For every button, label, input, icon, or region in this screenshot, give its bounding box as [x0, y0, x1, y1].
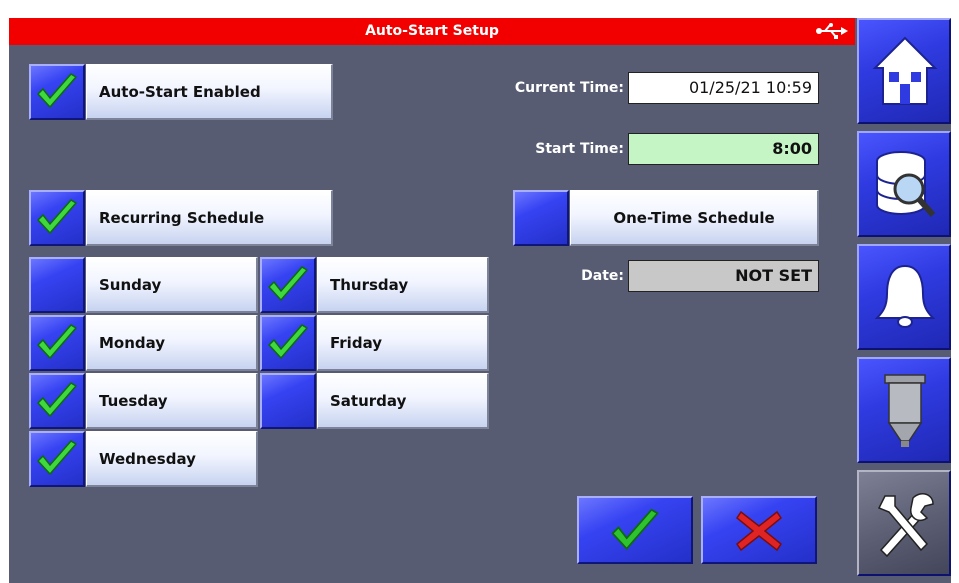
confirm-button[interactable]: [577, 496, 693, 564]
page-title: Auto-Start Setup: [365, 23, 499, 39]
sidebar-item-database[interactable]: [857, 131, 951, 237]
checkmark-icon: [611, 508, 659, 551]
date-field[interactable]: NOT SET: [628, 260, 819, 292]
recurring-schedule-label[interactable]: Recurring Schedule: [86, 190, 333, 246]
thursday-checkbox[interactable]: [260, 257, 316, 313]
wednesday-checkbox[interactable]: [29, 431, 85, 487]
friday-checkbox[interactable]: [260, 315, 316, 371]
auto-start-enabled-checkbox[interactable]: [29, 64, 85, 120]
wednesday-label[interactable]: Wednesday: [86, 431, 258, 487]
sunday-label[interactable]: Sunday: [86, 257, 258, 313]
auto-start-screen: Auto-Start Setup Auto-Start Enabled Curr…: [9, 18, 951, 583]
sidebar-item-tank[interactable]: [857, 357, 951, 463]
monday-label[interactable]: Monday: [86, 315, 258, 371]
cancel-button[interactable]: [701, 496, 817, 564]
sidebar-item-home[interactable]: [857, 18, 951, 124]
saturday-checkbox[interactable]: [260, 373, 316, 429]
sidebar-item-alarms[interactable]: [857, 244, 951, 350]
checkmark-icon: [267, 324, 309, 360]
sidebar: [857, 18, 951, 583]
recurring-schedule-checkbox[interactable]: [29, 190, 85, 246]
tools-icon: [877, 493, 934, 558]
saturday-label[interactable]: Saturday: [317, 373, 489, 429]
start-time-field[interactable]: 8:00: [628, 133, 819, 165]
checkmark-icon: [36, 440, 78, 476]
checkmark-icon: [36, 382, 78, 418]
one-time-schedule-label[interactable]: One-Time Schedule: [570, 190, 819, 246]
sunday-checkbox[interactable]: [29, 257, 85, 313]
checkmark-icon: [267, 266, 309, 302]
bell-icon: [874, 264, 936, 328]
one-time-schedule-checkbox[interactable]: [513, 190, 569, 246]
current-time-label: Current Time:: [514, 80, 624, 96]
home-icon: [872, 36, 938, 105]
x-icon: [735, 510, 783, 552]
sidebar-item-tools[interactable]: [857, 470, 951, 576]
tank-icon: [884, 374, 926, 447]
checkmark-icon: [36, 73, 78, 109]
title-bar: Auto-Start Setup: [9, 18, 855, 45]
thursday-label[interactable]: Thursday: [317, 257, 489, 313]
date-label: Date:: [581, 268, 624, 284]
checkmark-icon: [36, 324, 78, 360]
start-time-label: Start Time:: [535, 141, 624, 157]
monday-checkbox[interactable]: [29, 315, 85, 371]
current-time-field: 01/25/21 10:59: [628, 72, 819, 104]
usb-icon: [816, 23, 848, 39]
database-search-icon: [876, 151, 936, 217]
friday-label[interactable]: Friday: [317, 315, 489, 371]
tuesday-label[interactable]: Tuesday: [86, 373, 258, 429]
checkmark-icon: [36, 199, 78, 235]
tuesday-checkbox[interactable]: [29, 373, 85, 429]
auto-start-enabled-label[interactable]: Auto-Start Enabled: [86, 64, 333, 120]
